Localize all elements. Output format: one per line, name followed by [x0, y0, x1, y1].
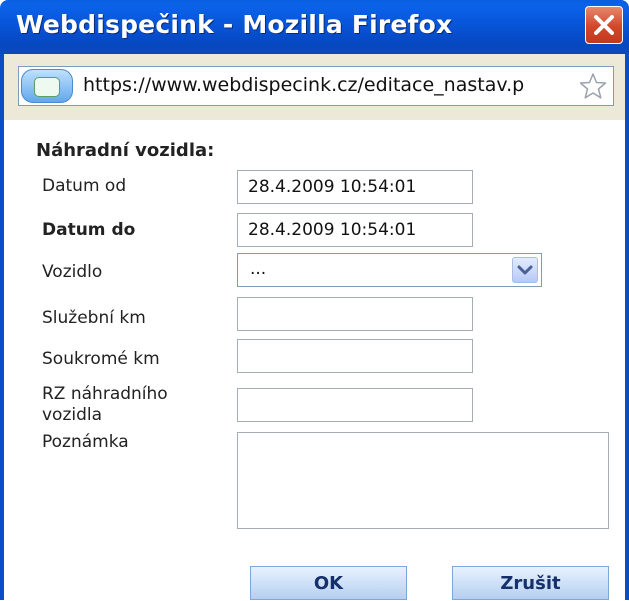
datum-do-input[interactable]: 28.4.2009 10:54:01	[237, 213, 473, 247]
window-title: Webdispečink - Mozilla Firefox	[16, 10, 453, 39]
url-field[interactable]: https://www.webdispecink.cz/editace_nast…	[18, 66, 614, 106]
bookmark-star-icon[interactable]	[579, 72, 607, 100]
chevron-down-icon	[517, 265, 533, 275]
rz-label-line1: RZ náhradního	[42, 384, 168, 404]
cancel-button[interactable]: Zrušit	[452, 566, 609, 600]
vozidlo-label: Vozidlo	[42, 262, 103, 282]
site-identity-icon[interactable]	[21, 69, 73, 103]
soukrome-km-input[interactable]	[237, 339, 473, 373]
close-icon	[594, 15, 614, 35]
window-titlebar: Webdispečink - Mozilla Firefox	[0, 0, 629, 54]
address-bar: https://www.webdispecink.cz/editace_nast…	[4, 54, 625, 120]
poznamka-textarea[interactable]	[237, 432, 609, 529]
url-text: https://www.webdispecink.cz/editace_nast…	[83, 74, 525, 96]
rz-label-line2: vozidla	[42, 405, 103, 425]
poznamka-label: Poznámka	[42, 432, 129, 452]
soukrome-km-label: Soukromé km	[42, 349, 160, 369]
close-button[interactable]	[585, 6, 623, 44]
ok-button[interactable]: OK	[250, 566, 407, 600]
rz-label: RZ náhradního vozidla	[42, 384, 168, 426]
sluzebni-km-input[interactable]	[237, 297, 473, 331]
datum-do-label: Datum do	[42, 220, 136, 240]
dropdown-arrow[interactable]	[512, 257, 538, 283]
form-heading: Náhradní vozidla:	[36, 140, 215, 161]
datum-od-label: Datum od	[42, 176, 127, 196]
site-favicon-icon	[34, 77, 60, 97]
rz-nahradniho-vozidla-input[interactable]	[237, 388, 473, 422]
vozidlo-selected-value: ...	[250, 259, 267, 279]
dialog-content: Náhradní vozidla: Datum od 28.4.2009 10:…	[4, 120, 625, 600]
vozidlo-select[interactable]: ...	[237, 253, 542, 287]
window-frame-right	[625, 54, 629, 600]
sluzebni-km-label: Služební km	[42, 308, 146, 328]
datum-od-input[interactable]: 28.4.2009 10:54:01	[237, 170, 473, 204]
